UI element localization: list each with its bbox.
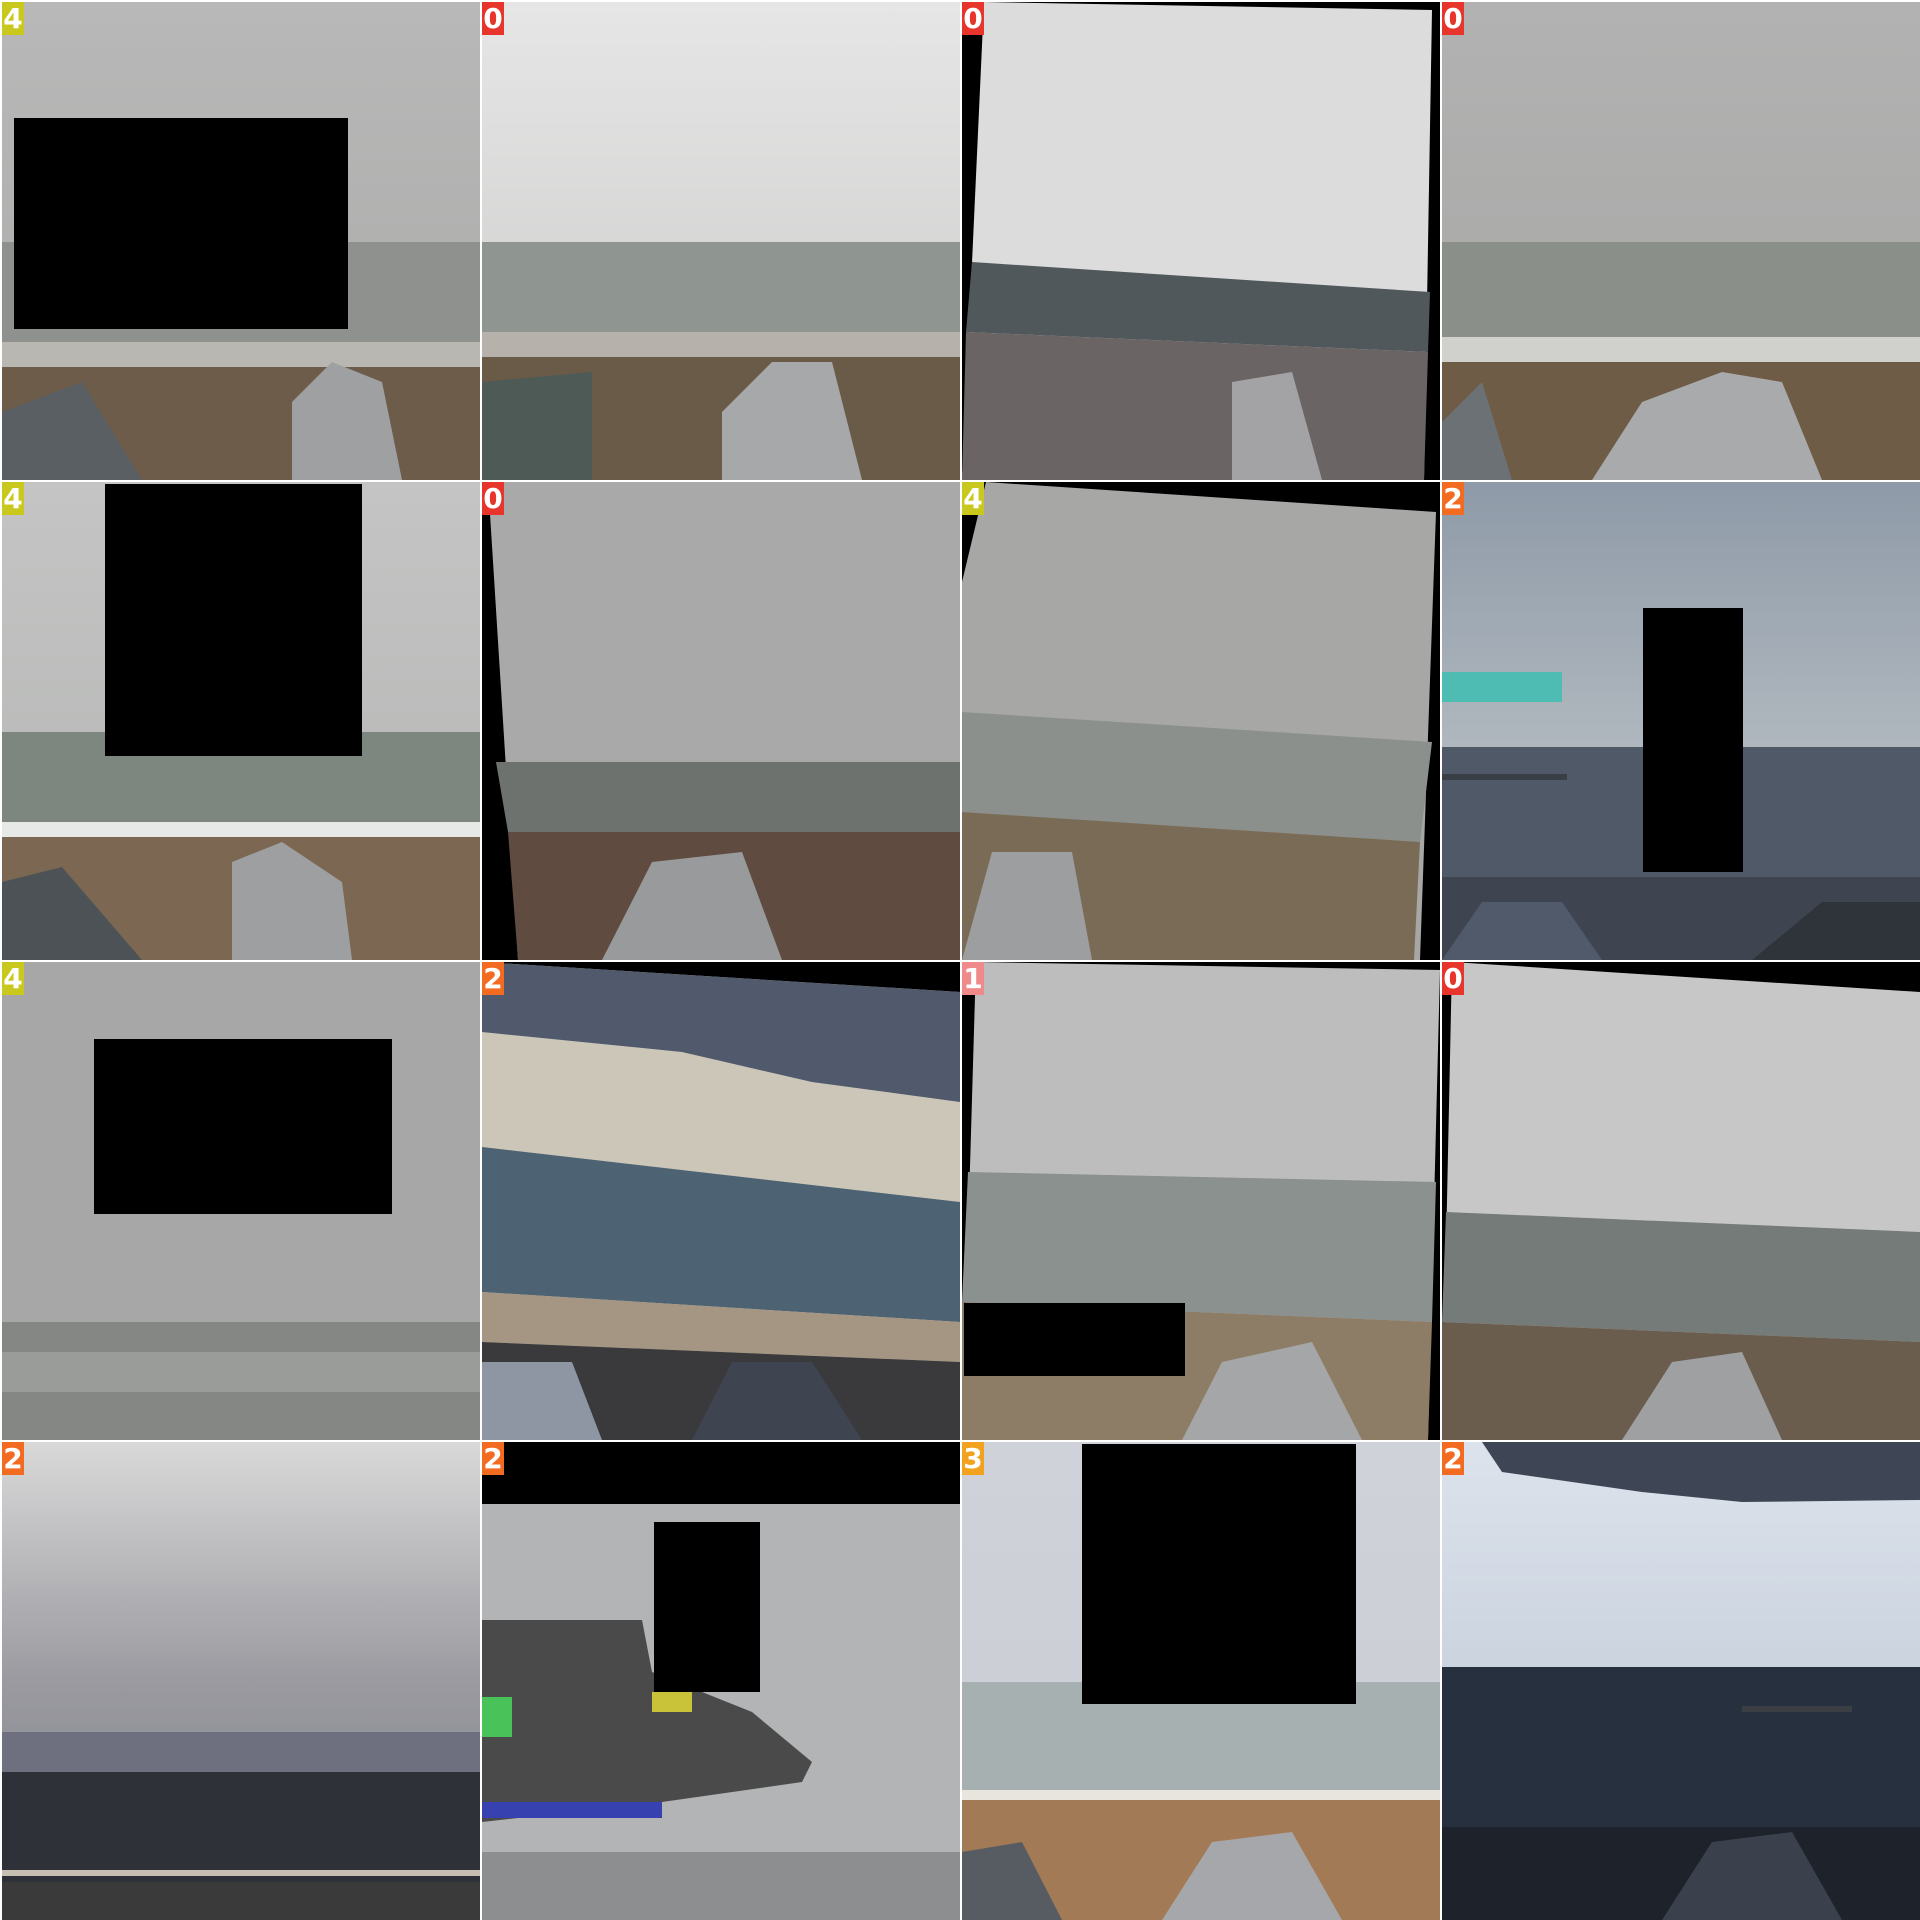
score-badge: 4 — [2, 962, 24, 995]
grid-tile: 4 — [2, 2, 480, 480]
grid-tile: 3 — [962, 1442, 1440, 1920]
redaction-mask — [105, 484, 362, 756]
scene-image — [962, 2, 1440, 480]
redaction-mask — [94, 1039, 392, 1214]
scene-image — [2, 1442, 480, 1920]
score-badge: 2 — [482, 962, 504, 995]
score-badge: 0 — [1442, 962, 1464, 995]
grid-tile: 4 — [2, 482, 480, 960]
score-badge: 2 — [482, 1442, 504, 1475]
grid-tile: 4 — [962, 482, 1440, 960]
redaction-mask — [1643, 608, 1743, 872]
grid-tile: 0 — [1442, 2, 1920, 480]
redaction-mask — [1082, 1444, 1356, 1704]
score-badge: 4 — [2, 2, 24, 35]
redaction-mask — [654, 1522, 760, 1692]
score-badge: 4 — [962, 482, 984, 515]
score-badge: 0 — [1442, 2, 1464, 35]
score-badge: 2 — [1442, 1442, 1464, 1475]
grid-tile: 2 — [1442, 1442, 1920, 1920]
grid-tile: 1 — [962, 962, 1440, 1440]
grid-tile: 4 — [2, 962, 480, 1440]
scene-image — [962, 482, 1440, 960]
scene-image — [1442, 962, 1920, 1440]
scene-image — [482, 482, 960, 960]
grid-tile: 2 — [482, 1442, 960, 1920]
grid-tile: 0 — [962, 2, 1440, 480]
redaction-mask — [964, 1303, 1185, 1376]
grid-tile: 2 — [1442, 482, 1920, 960]
score-badge: 1 — [962, 962, 984, 995]
redaction-mask — [14, 118, 348, 329]
grid-tile: 2 — [482, 962, 960, 1440]
score-badge: 2 — [2, 1442, 24, 1475]
scene-image — [1442, 2, 1920, 480]
grid-tile: 0 — [482, 482, 960, 960]
score-badge: 4 — [2, 482, 24, 515]
score-badge: 0 — [482, 482, 504, 515]
scene-image — [482, 2, 960, 480]
score-badge: 2 — [1442, 482, 1464, 515]
score-badge: 0 — [482, 2, 504, 35]
score-badge: 3 — [962, 1442, 984, 1475]
image-grid: 4 0 0 0 4 0 4 2 4 2 1 0 2 2 3 2 — [0, 0, 1920, 1920]
grid-tile: 0 — [482, 2, 960, 480]
grid-tile: 2 — [2, 1442, 480, 1920]
scene-image — [1442, 1442, 1920, 1920]
score-badge: 0 — [962, 2, 984, 35]
scene-image — [482, 962, 960, 1440]
grid-tile: 0 — [1442, 962, 1920, 1440]
